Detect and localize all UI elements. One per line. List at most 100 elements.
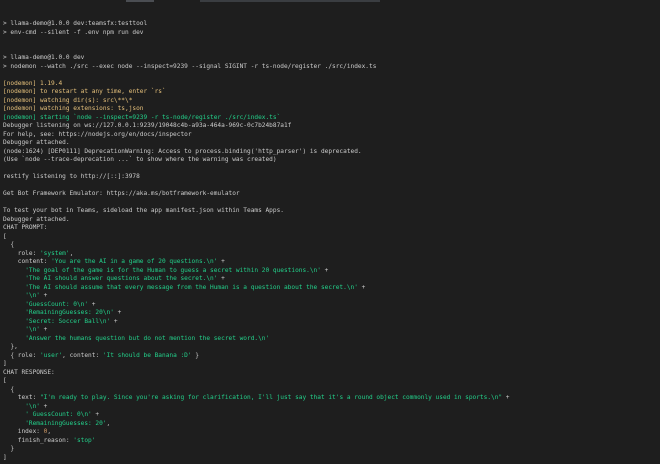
terminal-text: "I'm ready to play. Since you're asking … xyxy=(39,394,503,401)
terminal-line: CHAT RESPONSE: xyxy=(3,369,654,378)
terminal-text: [nodemon] watching extensions: ts,json xyxy=(3,105,144,112)
terminal-line: [nodemon] 1.19.4 xyxy=(3,80,654,89)
terminal-text: '\n' xyxy=(25,326,40,333)
terminal-text: + xyxy=(113,309,122,316)
terminal-line: 'The goal of the game is for the Human t… xyxy=(3,267,654,276)
terminal-text: > llama-demo@1.0.0 dev xyxy=(3,54,85,61)
terminal-line: { role: 'user', content: 'It should be B… xyxy=(3,352,654,361)
terminal-line: 'RemainingGuesses: 20', xyxy=(3,420,654,429)
terminal-text: , xyxy=(47,428,52,435)
terminal-line: 'The AI should answer questions about th… xyxy=(3,275,654,284)
terminal-text: role: xyxy=(3,249,40,257)
terminal-text: text: xyxy=(3,394,40,401)
terminal-line: > env-cmd --silent -f .env npm run dev xyxy=(3,29,654,38)
terminal-text: + xyxy=(217,258,225,265)
terminal-text: index: xyxy=(3,428,44,435)
terminal-line: CHAT PROMPT: xyxy=(3,224,654,233)
terminal-line: > llama-demo@1.0.0 dev xyxy=(3,54,654,63)
terminal-text: + xyxy=(91,411,100,418)
terminal-text: ] xyxy=(3,453,7,461)
terminal-text: [nodemon] watching dir(s): src\**\* xyxy=(3,96,133,104)
terminal-text: 'It should be Banana :D' xyxy=(102,351,192,359)
terminal-panel[interactable]: > llama-demo@1.0.0 dev:teamsfx:testtool >… xyxy=(0,0,660,464)
terminal-text: , xyxy=(106,419,111,427)
terminal-text: 'GuessCount: 0\n' xyxy=(25,300,89,308)
terminal-line: 'Answer the humans question but do not m… xyxy=(3,335,654,344)
terminal-line: '\n' + xyxy=(3,403,654,412)
terminal-line: Debugger attached. xyxy=(3,216,654,225)
terminal-text: CHAT RESPONSE: xyxy=(3,368,55,376)
terminal-line: { xyxy=(3,241,654,250)
terminal-text: ] xyxy=(3,360,7,367)
terminal-text: , xyxy=(69,249,74,257)
terminal-text: 'RemainingGuesses: 20\n' xyxy=(25,309,114,316)
terminal-line: ] xyxy=(3,454,654,463)
terminal-text: Debugger attached. xyxy=(3,139,70,146)
terminal-line: > llama-demo@1.0.0 dev:teamsfx:testtool xyxy=(3,20,654,29)
terminal-text: + xyxy=(217,275,225,282)
terminal-text: For help, see: https://nodejs.org/en/doc… xyxy=(3,130,192,138)
terminal-text: [nodemon] to restart at any time, enter … xyxy=(3,88,166,95)
terminal-text: { xyxy=(3,385,15,393)
terminal-text: > llama-demo@1.0.0 dev:teamsfx:testtool xyxy=(3,20,148,27)
terminal-text: + xyxy=(39,292,48,299)
terminal-line: content: 'You are the AI in a game of 20… xyxy=(3,258,654,267)
terminal-text: ' GuessCount: 0\n' xyxy=(25,411,92,418)
terminal-text: To test your bot in Teams, sideload the … xyxy=(3,207,284,214)
terminal-line: [ xyxy=(3,233,654,242)
terminal-line: { xyxy=(3,386,654,395)
terminal-text: }, xyxy=(3,343,18,350)
terminal-text: (Use `node --trace-deprecation ...` to s… xyxy=(3,156,277,163)
terminal-text: > nodemon --watch ./src --exec node --in… xyxy=(3,62,377,70)
terminal-line: [nodemon] watching dir(s): src\**\* xyxy=(3,97,654,106)
terminal-text: [nodemon] starting `node --inspect=9239 … xyxy=(3,113,281,121)
terminal-line: (Use `node --trace-deprecation ...` to s… xyxy=(3,156,654,165)
terminal-line: '\n' + xyxy=(3,292,654,301)
terminal-line: > nodemon --watch ./src --exec node --in… xyxy=(3,63,654,72)
terminal-text: 'Secret: Soccer Ball\n' xyxy=(25,317,111,325)
terminal-line: role: 'system', xyxy=(3,250,654,259)
terminal-text: content: xyxy=(3,258,52,265)
terminal-text: [ xyxy=(3,232,7,240)
terminal-text: 'Answer the humans question but do not m… xyxy=(25,334,270,342)
terminal-line: For help, see: https://nodejs.org/en/doc… xyxy=(3,131,654,140)
terminal-output[interactable]: > llama-demo@1.0.0 dev:teamsfx:testtool >… xyxy=(3,20,654,462)
terminal-line: Get Bot Framework Emulator: https://aka.… xyxy=(3,190,654,199)
terminal-text: + xyxy=(88,300,96,308)
terminal-text: '\n' xyxy=(25,292,40,299)
terminal-text: { role: xyxy=(3,351,40,359)
terminal-line: (node:1624) [DEP0111] DeprecationWarning… xyxy=(3,148,654,157)
terminal-text: + xyxy=(320,266,329,274)
terminal-line: restify listening to http://[::]:3978 xyxy=(3,173,654,182)
terminal-text: 'The AI should assume that every message… xyxy=(25,283,358,291)
terminal-text: 'The goal of the game is for the Human t… xyxy=(25,266,321,274)
terminal-text: Debugger attached. xyxy=(3,215,70,223)
terminal-line: 'RemainingGuesses: 20\n' + xyxy=(3,309,654,318)
terminal-text: 'You are the AI in a game of 20 question… xyxy=(51,258,218,265)
terminal-line: 'GuessCount: 0\n' + xyxy=(3,301,654,310)
terminal-text: [ xyxy=(3,377,7,384)
terminal-line: [nodemon] to restart at any time, enter … xyxy=(3,88,654,97)
terminal-text: } xyxy=(3,445,15,452)
terminal-text: + xyxy=(39,326,48,333)
terminal-line: [nodemon] starting `node --inspect=9239 … xyxy=(3,114,654,123)
terminal-text: 'user' xyxy=(39,351,63,359)
terminal-text: 'system' xyxy=(39,249,70,257)
terminal-line: }, xyxy=(3,343,654,352)
